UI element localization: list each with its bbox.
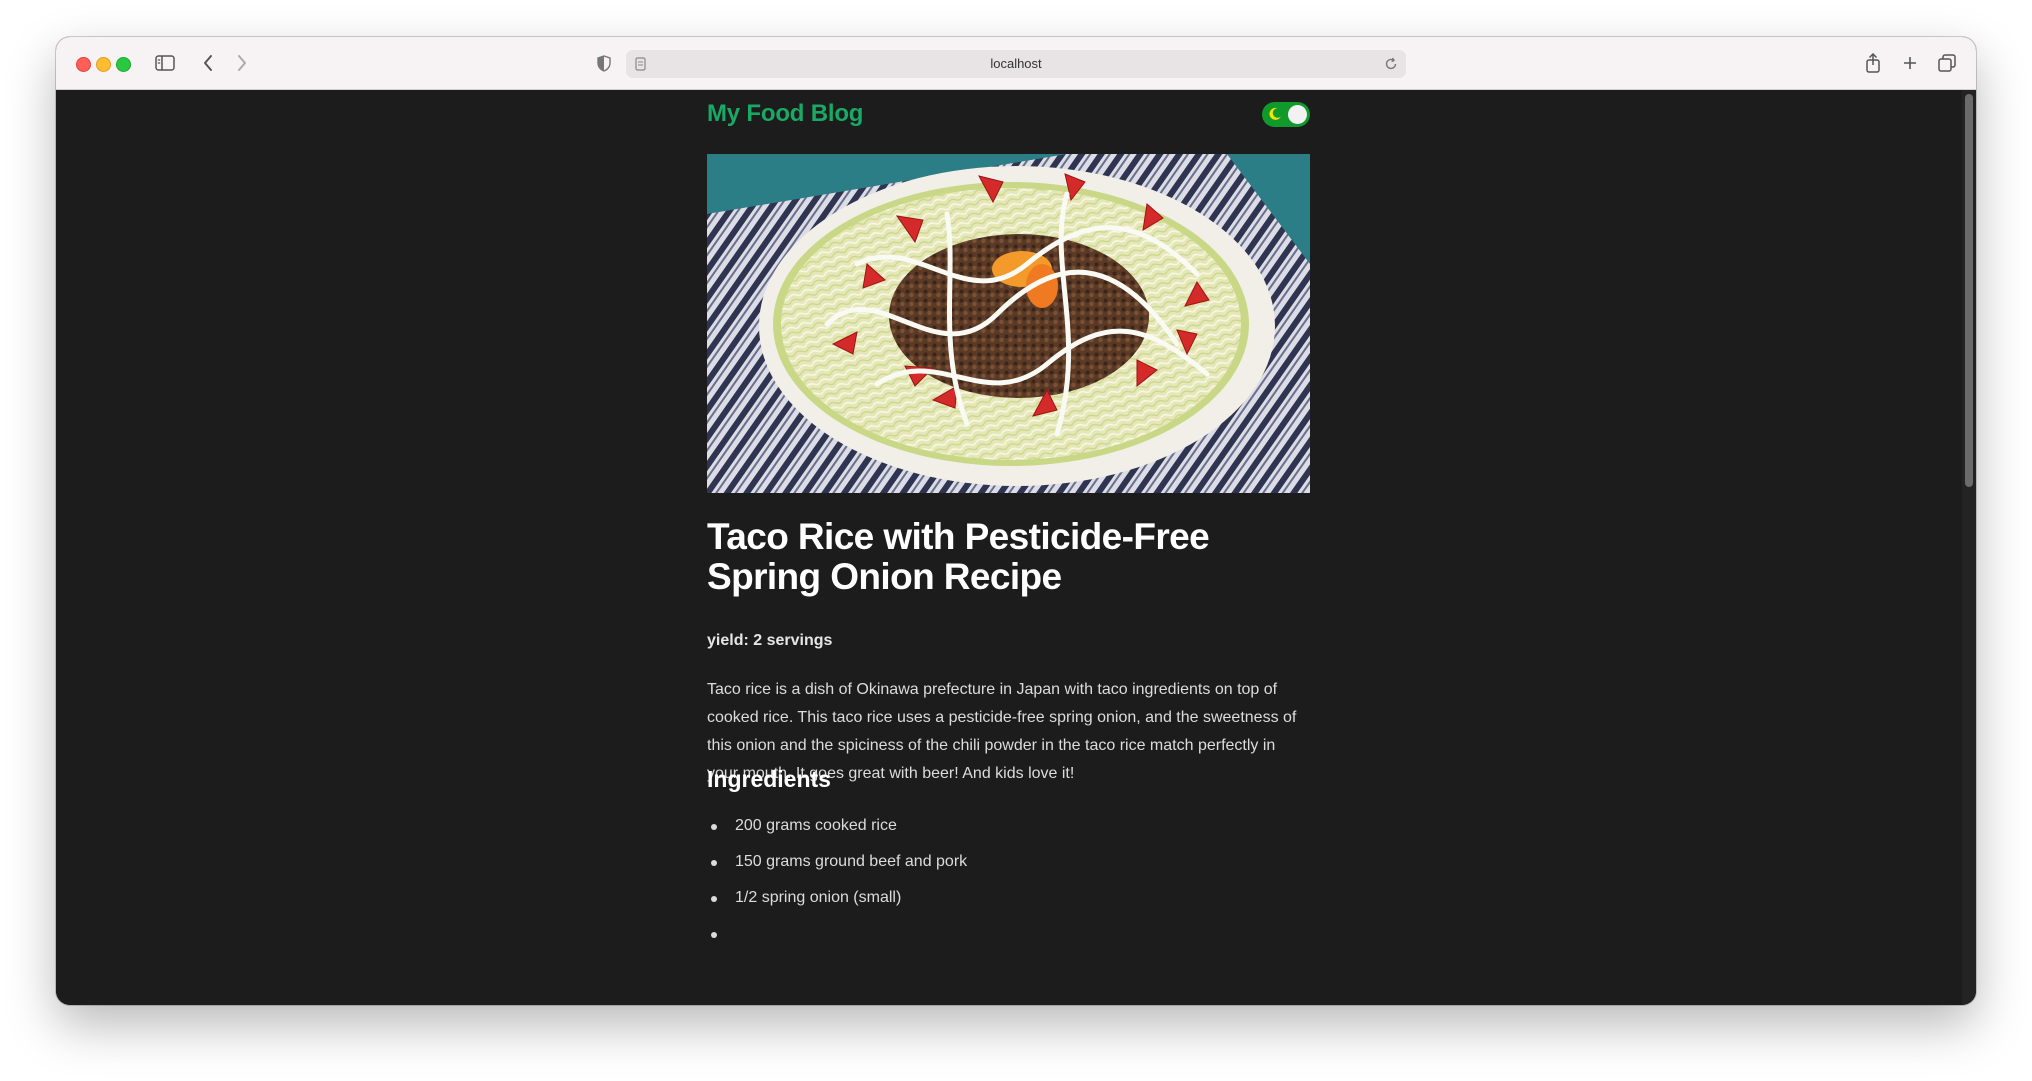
page-content: My Food Blog Taco Rice with Pesticide-Fr…: [707, 90, 1310, 938]
ingredient-item: 200 grams cooked rice: [707, 808, 967, 844]
site-brand-link[interactable]: My Food Blog: [707, 100, 863, 128]
address-bar[interactable]: localhost: [626, 50, 1406, 78]
recipe-yield: yield: 2 servings: [707, 632, 833, 649]
tabs-overview-icon[interactable]: [1936, 51, 1958, 75]
ingredient-item: 150 grams ground beef and pork: [707, 844, 967, 880]
zoom-window-button[interactable]: [116, 57, 131, 72]
ingredient-item: 1/2 spring onion (small): [707, 880, 967, 916]
minimize-window-button[interactable]: [96, 57, 111, 72]
ingredient-item: [707, 916, 967, 952]
back-icon[interactable]: [196, 51, 220, 75]
reload-icon[interactable]: [1384, 57, 1398, 76]
browser-toolbar: localhost: [56, 37, 1976, 90]
recipe-hero-image: [707, 154, 1310, 493]
share-icon[interactable]: [1862, 51, 1884, 75]
url-text: localhost: [990, 56, 1042, 71]
close-window-button[interactable]: [76, 57, 91, 72]
moon-icon: [1268, 107, 1282, 121]
page-viewport[interactable]: My Food Blog Taco Rice with Pesticide-Fr…: [56, 90, 1976, 1005]
new-tab-icon[interactable]: [1899, 51, 1921, 75]
scrollbar-thumb[interactable]: [1965, 94, 1973, 487]
toggle-knob: [1288, 105, 1307, 124]
browser-window: localhost My Food Blog Taco Rice with Pe…: [56, 37, 1976, 1005]
sidebar-icon[interactable]: [152, 51, 178, 75]
ingredients-heading: Ingredients: [707, 766, 831, 792]
recipe-title: Taco Rice with Pesticide-Free Spring Oni…: [707, 516, 1210, 597]
site-header: My Food Blog: [707, 90, 1310, 154]
ingredients-list: 200 grams cooked rice 150 grams ground b…: [707, 808, 967, 952]
scrollbar[interactable]: [1962, 90, 1976, 1005]
theme-toggle[interactable]: [1262, 102, 1310, 127]
privacy-shield-icon[interactable]: [594, 51, 614, 75]
forward-icon[interactable]: [230, 51, 254, 75]
